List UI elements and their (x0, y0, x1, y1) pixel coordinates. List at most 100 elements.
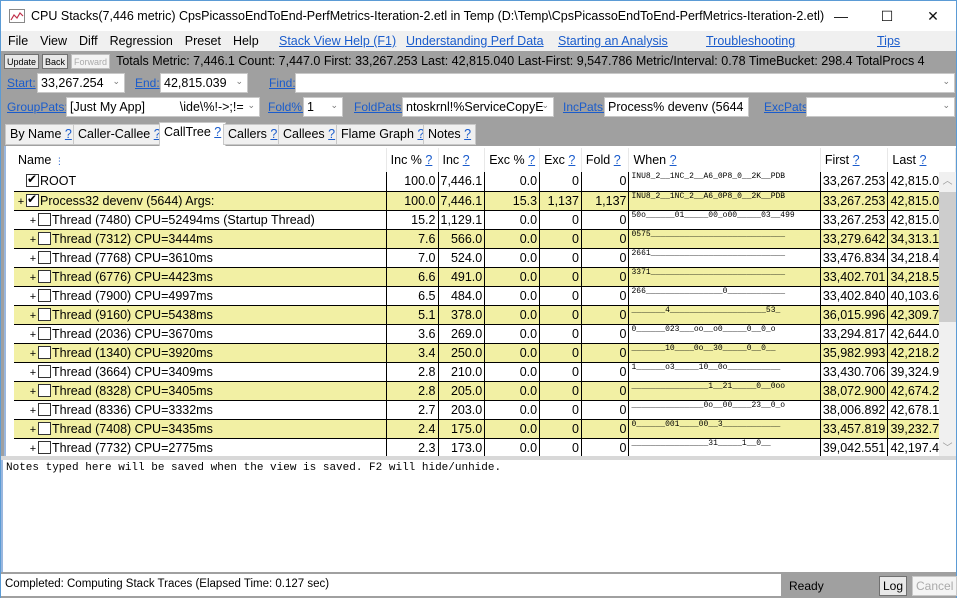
expand-icon[interactable]: + (28, 310, 38, 322)
starting-analysis-link[interactable]: Starting an Analysis (558, 34, 668, 48)
scrollbar-thumb[interactable] (939, 192, 956, 322)
table-row[interactable]: + Thread (6776) CPU=4423ms 6.6 491.0 0.0 0 0 33… (14, 267, 956, 287)
row-checkbox[interactable] (38, 421, 51, 435)
cell-name[interactable]: + Thread (2036) CPU=3670ms (14, 324, 387, 344)
expand-icon[interactable]: + (28, 443, 38, 455)
row-checkbox[interactable] (38, 269, 51, 283)
fold-percent-input[interactable]: 1 ⌄ (303, 97, 343, 117)
tab-caller-callee[interactable]: Caller-Callee ? (73, 124, 166, 145)
table-row[interactable]: + Thread (7900) CPU=4997ms 6.5 484.0 0.0 0 0 26… (14, 286, 956, 306)
expand-icon[interactable]: + (16, 196, 26, 208)
cell-name[interactable]: ROOT (14, 172, 387, 192)
forward-button[interactable]: Forward (71, 53, 111, 69)
excpats-input[interactable]: ⌄ (806, 97, 955, 117)
fold-percent-label[interactable]: Fold%: (268, 100, 305, 114)
tab-calltree[interactable]: CallTree ? (159, 122, 227, 146)
menu-diff[interactable]: Diff (79, 34, 98, 48)
table-row[interactable]: + Thread (7480) CPU=52494ms (Startup Thre… (14, 210, 956, 230)
table-row[interactable]: ROOT100.07,446.10.000INU8_2__1NC_2__A6_0… (14, 172, 956, 192)
expand-icon[interactable]: + (28, 405, 38, 417)
cell-name[interactable]: + Thread (7480) CPU=52494ms (Startup Thre… (14, 210, 387, 230)
table-row[interactable]: + Thread (7408) CPU=3435ms 2.4 175.0 0.0 0 0 0_… (14, 419, 956, 439)
troubleshooting-link[interactable]: Troubleshooting (706, 34, 795, 48)
understanding-perf-data-link[interactable]: Understanding Perf Data (406, 34, 544, 48)
expand-icon[interactable]: + (28, 348, 38, 360)
expand-icon[interactable]: + (28, 386, 38, 398)
cell-name[interactable]: + Thread (9160) CPU=5438ms (14, 305, 387, 325)
back-button[interactable]: Back (42, 53, 69, 69)
cell-name[interactable]: + Thread (7732) CPU=2775ms (14, 438, 387, 458)
row-checkbox[interactable] (38, 345, 51, 359)
row-checkbox[interactable] (38, 402, 51, 416)
help-link[interactable]: ? (65, 127, 72, 141)
end-label[interactable]: End: (135, 76, 160, 90)
tab-callers[interactable]: Callers ? (223, 124, 283, 145)
column-header-fold[interactable]: Fold ? (581, 148, 630, 172)
find-input[interactable]: ⌄ (295, 73, 955, 93)
cancel-button[interactable]: Cancel (912, 576, 957, 596)
expand-icon[interactable]: + (28, 424, 38, 436)
tips-link[interactable]: Tips (877, 34, 900, 48)
table-row[interactable]: + Thread (7732) CPU=2775ms 2.3 173.0 0.0 0 0 __… (14, 438, 956, 458)
foldpats-label[interactable]: FoldPats: (354, 100, 405, 114)
column-header-when[interactable]: When ? (628, 148, 821, 172)
chevron-down-icon[interactable]: ⌄ (942, 100, 950, 111)
help-link[interactable]: ? (328, 127, 335, 141)
vertical-scrollbar[interactable]: ︿ ﹀ (939, 172, 956, 456)
column-header-first[interactable]: First ? (820, 148, 889, 172)
row-checkbox[interactable] (38, 212, 51, 226)
notes-textarea[interactable]: Notes typed here will be saved when the … (1, 460, 956, 572)
foldpats-input[interactable]: ntoskrnl!%ServiceCopyE ⌄ (402, 97, 554, 117)
expand-icon[interactable]: + (28, 367, 38, 379)
cell-name[interactable]: + Thread (1340) CPU=3920ms (14, 343, 387, 363)
table-row[interactable]: + Thread (3664) CPU=3409ms 2.8 210.0 0.0 0 0 1_… (14, 362, 956, 382)
table-row[interactable]: + Thread (2036) CPU=3670ms 3.6 269.0 0.0 0 0 0_… (14, 324, 956, 344)
expand-icon[interactable]: + (28, 329, 38, 341)
table-row[interactable]: + Thread (7768) CPU=3610ms 7.0 524.0 0.0 0 0 26… (14, 248, 956, 268)
table-row[interactable]: + Thread (7312) CPU=3444ms 7.6 566.0 0.0 0 0 05… (14, 229, 956, 249)
help-link[interactable]: ? (270, 127, 277, 141)
excpats-label[interactable]: ExcPats: (764, 100, 811, 114)
cell-name[interactable]: + Process32 devenv (5644) Args: (14, 191, 387, 211)
expand-icon[interactable]: + (28, 253, 38, 265)
row-checkbox[interactable] (38, 250, 51, 264)
column-header-inc[interactable]: Inc ? (438, 148, 486, 172)
cell-name[interactable]: + Thread (8328) CPU=3405ms (14, 381, 387, 401)
scroll-down-icon[interactable]: ﹀ (939, 439, 956, 456)
cell-name[interactable]: + Thread (7408) CPU=3435ms (14, 419, 387, 439)
start-input[interactable]: 33,267.254 ⌄ (37, 73, 125, 93)
cell-name[interactable]: + Thread (6776) CPU=4423ms (14, 267, 387, 287)
row-checkbox[interactable] (38, 364, 51, 378)
menu-file[interactable]: File (8, 34, 28, 48)
column-header-last[interactable]: Last ? (887, 148, 956, 172)
chevron-down-icon[interactable]: ⌄ (736, 100, 744, 111)
help-link[interactable]: ? (464, 127, 471, 141)
menu-preset[interactable]: Preset (185, 34, 221, 48)
incpats-label[interactable]: IncPats: (563, 100, 606, 114)
find-label[interactable]: Find: (269, 76, 296, 90)
expand-icon[interactable]: + (28, 291, 38, 303)
row-checkbox[interactable] (38, 440, 51, 454)
table-row[interactable]: + Thread (8336) CPU=3332ms 2.7 203.0 0.0 0 0 __… (14, 400, 956, 420)
cell-name[interactable]: + Thread (7768) CPU=3610ms (14, 248, 387, 268)
cell-name[interactable]: + Thread (3664) CPU=3409ms (14, 362, 387, 382)
chevron-down-icon[interactable]: ⌄ (541, 100, 549, 111)
minimize-button[interactable]: — (818, 1, 864, 31)
row-checkbox[interactable] (38, 383, 51, 397)
scroll-up-icon[interactable]: ︿ (939, 172, 956, 189)
menu-regression[interactable]: Regression (110, 34, 173, 48)
table-row[interactable]: + Thread (9160) CPU=5438ms 5.1 378.0 0.0 0 0 __… (14, 305, 956, 325)
tab-by-name[interactable]: By Name ? (5, 124, 77, 145)
grouppats-input[interactable]: [Just My App] \ide\%!->;!= ⌄ (66, 97, 260, 117)
start-label[interactable]: Start: (7, 76, 36, 90)
chevron-down-icon[interactable]: ⌄ (247, 100, 255, 111)
tab-notes[interactable]: Notes ? (423, 124, 477, 145)
grouppats-label[interactable]: GroupPats: (7, 100, 68, 114)
expand-icon[interactable]: + (28, 272, 38, 284)
column-header-exc[interactable]: Exc ? (539, 148, 582, 172)
expand-icon[interactable]: + (28, 234, 38, 246)
table-row[interactable]: + Process32 devenv (5644) Args: 100.07,446… (14, 191, 956, 211)
column-header-exc-pct[interactable]: Exc % ? (484, 148, 541, 172)
tab-callees[interactable]: Callees ? (278, 124, 341, 145)
maximize-button[interactable]: ☐ (864, 1, 910, 31)
